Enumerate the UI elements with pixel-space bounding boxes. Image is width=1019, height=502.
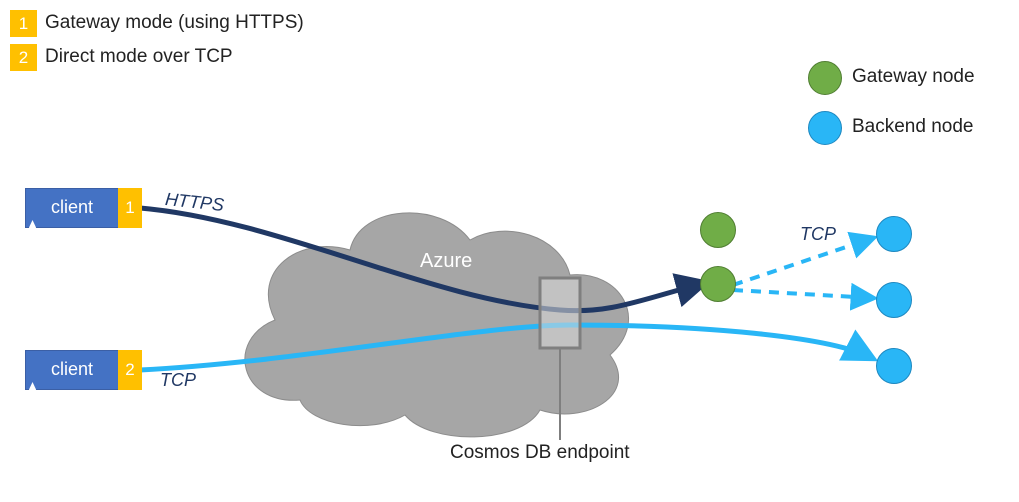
legend-backend-node-icon: [808, 111, 842, 145]
client-bottom-tag: 2: [118, 350, 142, 390]
client-top-tag: 1: [118, 188, 142, 228]
backend-node-1: [876, 216, 912, 252]
tcp-dashed-label: TCP: [800, 224, 836, 245]
legend-text-2: Direct mode over TCP: [45, 46, 233, 68]
cloud-label: Azure: [420, 250, 472, 273]
gateway-node-1: [700, 212, 736, 248]
legend-num-1: 1: [10, 10, 37, 37]
client-bottom: client: [25, 350, 119, 390]
legend-backend-node-text: Backend node: [852, 116, 974, 138]
backend-node-2: [876, 282, 912, 318]
legend-num-2: 2: [10, 44, 37, 71]
tcp-path: [140, 325, 872, 370]
client-top: client: [25, 188, 119, 228]
tcp-label-client: TCP: [160, 370, 196, 391]
backend-node-3: [876, 348, 912, 384]
cloud-shape: [245, 213, 629, 437]
endpoint-box: [540, 278, 580, 348]
tcp-dashed-top: [733, 238, 873, 285]
legend-gateway-node-text: Gateway node: [852, 66, 975, 88]
legend-text-1: Gateway mode (using HTTPS): [45, 12, 304, 34]
legend-gateway-node-icon: [808, 61, 842, 95]
endpoint-caption: Cosmos DB endpoint: [450, 442, 630, 464]
https-label: HTTPS: [164, 189, 225, 216]
gateway-node-2: [700, 266, 736, 302]
tcp-dashed-mid: [733, 290, 873, 298]
